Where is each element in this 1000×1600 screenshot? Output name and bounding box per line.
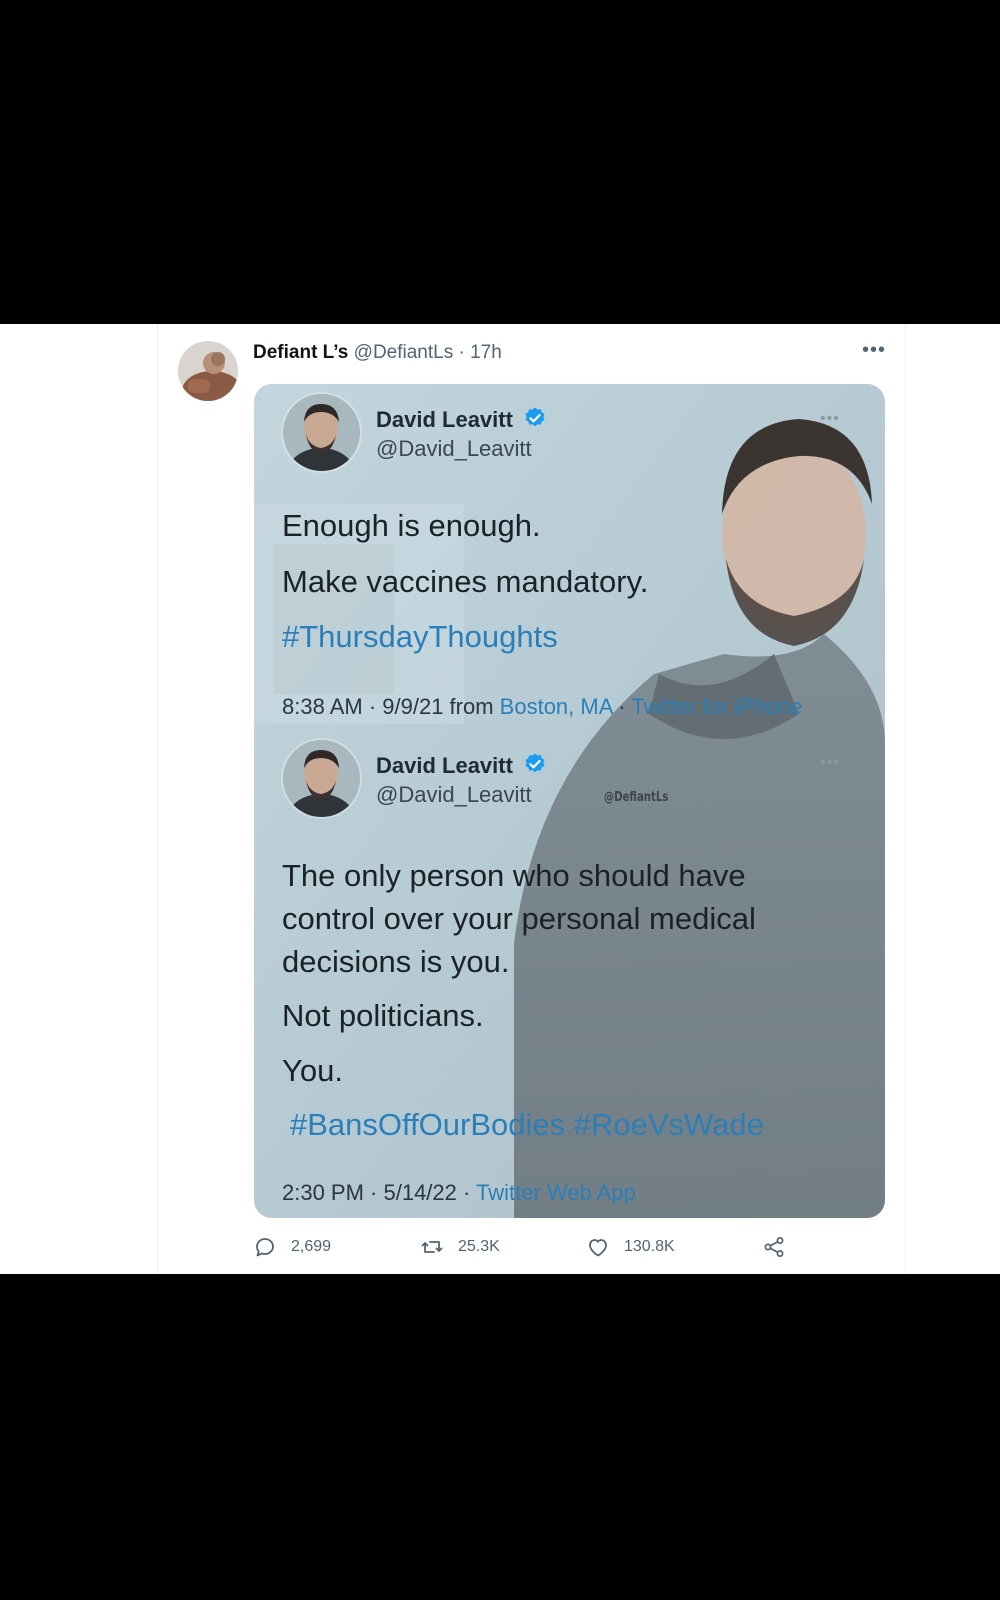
quoted-name-text-2: David Leavitt <box>376 753 513 778</box>
quoted-time-2: 2:30 PM · 5/14/22 · <box>282 1180 477 1205</box>
author-avatar[interactable] <box>178 341 238 401</box>
quoted-source-1[interactable]: Twitter for iPhone <box>631 694 802 719</box>
quoted-source-2[interactable]: Twitter Web App <box>476 1180 636 1205</box>
quoted-meta-2: 2:30 PM · 5/14/22 · Twitter Web App <box>282 1180 636 1206</box>
heart-icon <box>589 1239 607 1257</box>
quoted-hashtags-2[interactable]: #BansOffOurBodies #RoeVsWade <box>290 1103 764 1146</box>
tweet-header: Defiant L’s @DefiantLs · 17h <box>253 342 502 364</box>
share-icon <box>764 1237 784 1257</box>
verified-badge-icon <box>525 753 545 773</box>
quoted-place-1[interactable]: Boston, MA <box>500 694 613 719</box>
like-count: 130.8K <box>624 1238 675 1255</box>
quoted-line-2-2: control over your personal medical <box>282 901 756 936</box>
quoted-hashtag-1[interactable]: #ThursdayThoughts <box>282 615 558 658</box>
tweet-actions: 2,699 25.3K 130.8K <box>0 1232 1000 1262</box>
quoted-more-icon-2[interactable]: ••• <box>820 754 840 772</box>
timeline-right-border <box>905 324 906 1274</box>
tweet-card: Defiant L’s @DefiantLs · 17h ••• David L… <box>0 324 1000 1274</box>
retweet-button[interactable]: 25.3K <box>420 1232 500 1262</box>
author-name[interactable]: Defiant L’s <box>253 342 348 363</box>
reply-count: 2,699 <box>291 1238 332 1255</box>
author-handle[interactable]: @DefiantLs <box>354 342 454 363</box>
quoted-avatar-2[interactable] <box>281 738 362 819</box>
quoted-meta-sep-1: · <box>612 694 632 719</box>
quoted-name-text-1: David Leavitt <box>376 407 513 432</box>
reply-icon <box>256 1238 274 1257</box>
retweet-icon <box>421 1241 443 1253</box>
quoted-line-2-5: You. <box>282 1053 343 1088</box>
quoted-more-icon-1[interactable]: ••• <box>820 410 840 428</box>
watermark: @DefiantLs <box>604 790 669 805</box>
quoted-line-1-1: Enough is enough. <box>282 508 541 543</box>
quoted-line-2-3: decisions is you. <box>282 944 510 979</box>
more-options-icon[interactable]: ••• <box>862 340 886 360</box>
share-button[interactable] <box>762 1232 800 1262</box>
timeline-left-border <box>157 324 158 1274</box>
quoted-line-1-2: Make vaccines mandatory. <box>282 564 649 599</box>
quoted-line-2-4: Not politicians. <box>282 998 484 1033</box>
retweet-count: 25.3K <box>458 1238 500 1255</box>
quoted-meta-1: 8:38 AM · 9/9/21 from Boston, MA · Twitt… <box>282 694 803 720</box>
tweet-image[interactable]: David Leavitt @David_Leavitt ••• Enough … <box>254 384 885 1218</box>
quoted-author-name-1[interactable]: David Leavitt <box>376 406 547 433</box>
quoted-author-name-2[interactable]: David Leavitt <box>376 752 547 779</box>
quoted-author-handle-1[interactable]: @David_Leavitt <box>376 436 532 462</box>
quoted-author-handle-2[interactable]: @David_Leavitt <box>376 782 532 808</box>
quoted-line-2-1: The only person who should have <box>282 858 746 893</box>
header-separator: · <box>458 342 465 363</box>
tweet-timestamp[interactable]: 17h <box>470 342 502 363</box>
verified-badge-icon <box>525 407 545 427</box>
reply-button[interactable]: 2,699 <box>253 1232 331 1262</box>
quoted-avatar-1[interactable] <box>281 392 362 473</box>
quoted-time-1: 8:38 AM · 9/9/21 from <box>282 694 500 719</box>
like-button[interactable]: 130.8K <box>586 1232 675 1262</box>
